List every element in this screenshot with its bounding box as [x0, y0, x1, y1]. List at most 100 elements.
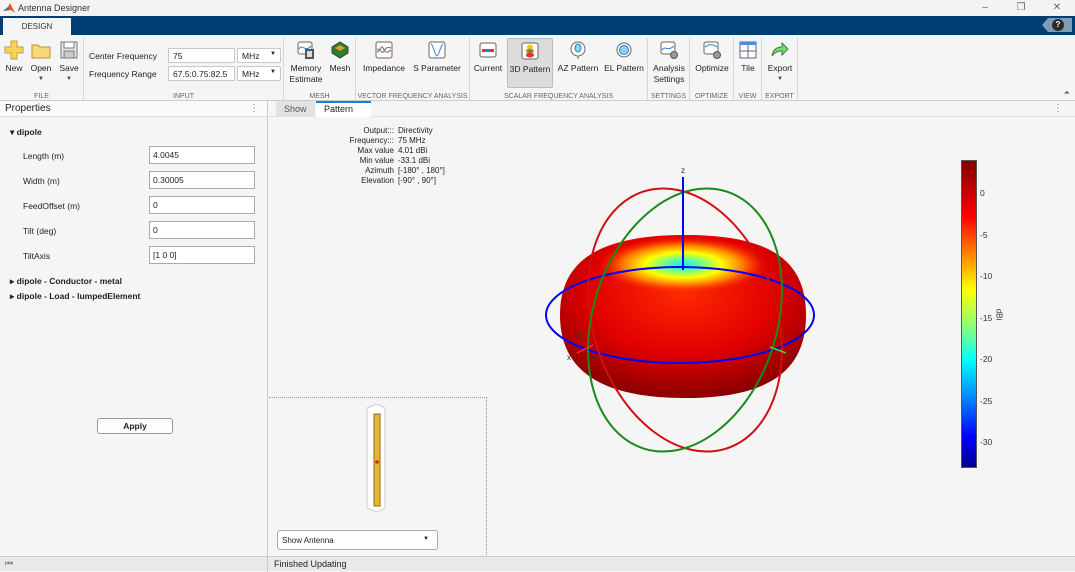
plus-icon [4, 40, 24, 60]
tile-button[interactable]: Tile [736, 40, 760, 74]
collapse-panel-icon[interactable]: ⏮ [5, 558, 13, 569]
view-section: Tile VIEW [734, 38, 762, 101]
analysis-settings-button[interactable]: Analysis Settings [650, 40, 688, 85]
section-label: SETTINGS [650, 93, 686, 100]
width-input[interactable]: 0.30005 [149, 171, 255, 189]
info-value: 75 MHz [398, 136, 426, 145]
info-value: [-90° , 90°] [398, 176, 436, 185]
restore-button[interactable]: ❐ [1003, 0, 1039, 16]
input-section: Center Frequency 75 MHz ▼ Frequency Range… [84, 38, 284, 101]
section-label: FILE [34, 93, 49, 100]
info-key: Elevation [361, 176, 394, 185]
3d-radiation-pattern-plot[interactable]: z x y el az [540, 160, 830, 480]
group-label: dipole - Load - lumpedElement [16, 291, 141, 301]
tilt-label: Tilt (deg) [23, 226, 57, 236]
az-pattern-icon [570, 41, 586, 59]
matlab-logo-icon [3, 3, 15, 13]
info-value: 4.01 dBi [398, 146, 428, 155]
document-tab-bar: Show Pattern ⋮ [269, 101, 1075, 117]
apply-button[interactable]: Apply [97, 418, 173, 434]
tiltaxis-label: TiltAxis [23, 251, 51, 261]
3d-pattern-button[interactable]: 3D Pattern [507, 38, 553, 88]
colorbar [961, 160, 977, 468]
current-icon [479, 42, 497, 58]
chevron-down-icon: ▼ [66, 76, 72, 82]
optimize-button[interactable]: Optimize [692, 40, 732, 74]
chevron-down-icon: ▼ [38, 76, 44, 82]
group-label: dipole [16, 127, 42, 137]
feedoffset-input[interactable]: 0 [149, 196, 255, 214]
open-button[interactable]: Open ▼ [29, 40, 53, 85]
analysis-settings-icon [660, 41, 678, 59]
center-frequency-input[interactable]: 75 [168, 48, 235, 63]
more-options-icon[interactable]: ⋮ [249, 103, 259, 114]
save-button[interactable]: Save ▼ [57, 40, 81, 85]
az-pattern-button[interactable]: AZ Pattern [556, 40, 600, 74]
section-label: SCALAR FREQUENCY ANALYSIS [503, 93, 614, 100]
chevron-down-icon: ▼ [270, 69, 276, 75]
el-pattern-button[interactable]: EL Pattern [602, 40, 646, 74]
mesh-button[interactable]: Mesh [328, 40, 352, 74]
tilt-input[interactable]: 0 [149, 221, 255, 239]
info-key: Output::: [363, 126, 394, 135]
section-label: MESH [309, 93, 330, 100]
current-button[interactable]: Current [473, 40, 503, 74]
export-button[interactable]: Export ▼ [764, 40, 796, 85]
el-pattern-icon [616, 42, 632, 58]
tab-design[interactable]: DESIGN [3, 18, 71, 35]
3d-pattern-icon [521, 42, 539, 60]
y-axis-label: y [793, 351, 797, 360]
show-antenna-select[interactable]: Show Antenna ▼ [277, 530, 438, 550]
section-label: EXPORT [765, 93, 794, 100]
tab-pattern[interactable]: Pattern [316, 101, 371, 117]
info-key: Frequency::: [349, 136, 394, 145]
info-key: Max value [357, 146, 394, 155]
folder-icon [31, 44, 51, 59]
colorbar-tick-label: -25 [980, 395, 993, 406]
scalar-frequency-analysis-section: Current 3D Pattern AZ Pattern EL Pattern… [470, 38, 648, 101]
frequency-range-unit-select[interactable]: MHz ▼ [237, 66, 281, 81]
properties-panel: Properties ⋮ ▾ dipole Length (m) 4.0045 … [0, 101, 268, 556]
chevron-down-icon: ▼ [270, 51, 276, 57]
section-label: INPUT [173, 93, 194, 100]
s-parameter-button[interactable]: S Parameter [412, 40, 462, 74]
ribbon-toolbar: New Open ▼ Save ▼ FILE Center Frequency 75… [0, 35, 1075, 101]
length-input[interactable]: 4.0045 [149, 146, 255, 164]
mesh-section: Memory Estimate Mesh MESH [284, 38, 356, 101]
center-frequency-unit-select[interactable]: MHz ▼ [237, 48, 281, 63]
optimize-icon [703, 41, 721, 59]
impedance-icon [375, 41, 393, 59]
help-button[interactable]: ? [1042, 18, 1072, 32]
width-label: Width (m) [23, 176, 60, 186]
chevron-down-icon: ▼ [423, 536, 429, 542]
colorbar-tick-label: -5 [980, 229, 988, 240]
section-label: VIEW [738, 93, 757, 100]
memory-estimate-icon [297, 41, 314, 59]
more-options-icon[interactable]: ⋮ [1053, 103, 1063, 114]
tiltaxis-input[interactable]: [1 0 0] [149, 246, 255, 264]
frequency-range-input[interactable]: 67.5:0.75:82.5 [168, 66, 235, 81]
mesh-icon [331, 41, 349, 59]
x-axis-label: x [567, 353, 571, 362]
memory-estimate-button[interactable]: Memory Estimate [288, 40, 324, 85]
impedance-button[interactable]: Impedance [362, 40, 406, 74]
info-key: Min value [359, 156, 394, 165]
optimize-section: Optimize OPTIMIZE [690, 38, 734, 101]
new-button[interactable]: New [3, 40, 25, 74]
colorbar-unit-label: dBi [994, 308, 1004, 321]
group-load[interactable]: ▸ dipole - Load - lumpedElement [10, 291, 140, 302]
colorbar-tick-label: -10 [980, 271, 993, 282]
group-dipole[interactable]: ▾ dipole [10, 127, 42, 138]
properties-header: Properties ⋮ [0, 101, 267, 117]
collapse-ribbon-icon[interactable]: ⏶ [1064, 88, 1070, 98]
info-key: Azimuth [365, 166, 394, 175]
az-axis-label: az [591, 354, 599, 361]
tab-show[interactable]: Show [276, 101, 315, 117]
close-button[interactable]: ✕ [1039, 0, 1075, 16]
colorbar-tick-label: -30 [980, 437, 993, 448]
minimize-button[interactable]: – [967, 0, 1003, 16]
export-arrow-icon [771, 41, 789, 57]
dipole-antenna-icon [366, 404, 386, 513]
group-conductor[interactable]: ▸ dipole - Conductor - metal [10, 276, 122, 287]
frequency-range-label: Frequency Range [89, 69, 157, 79]
